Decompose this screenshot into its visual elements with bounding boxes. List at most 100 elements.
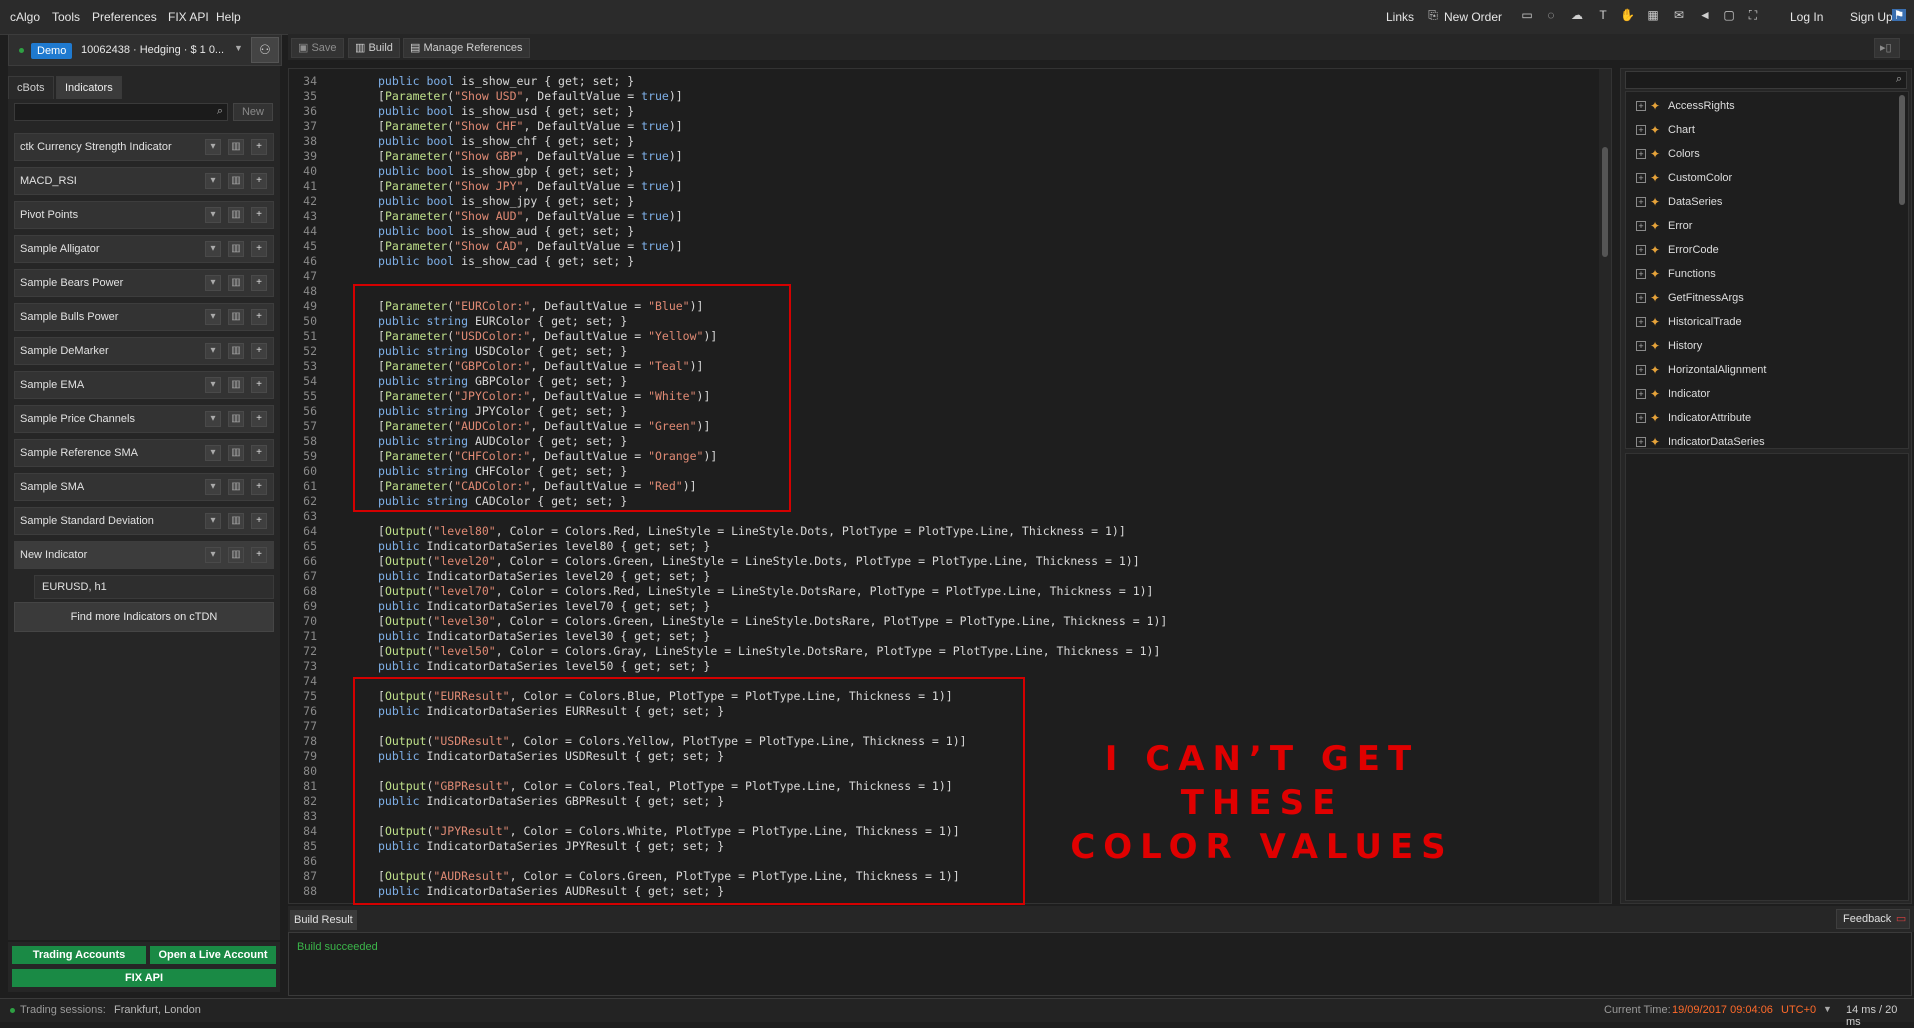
add-instance-icon[interactable]: + (251, 513, 267, 529)
build-result-tab[interactable]: Build Result (290, 910, 357, 930)
indicator-item[interactable]: Sample Alligator ▾ ▥ + (14, 235, 274, 263)
search-icon[interactable]: ⌕ (217, 105, 223, 118)
expand-icon[interactable]: + (1636, 221, 1646, 231)
indicator-item[interactable]: Sample Price Channels ▾ ▥ + (14, 405, 274, 433)
indicator-item[interactable]: Sample Standard Deviation ▾ ▥ + (14, 507, 274, 535)
add-instance-icon[interactable]: + (251, 377, 267, 393)
timezone-selector[interactable]: UTC+0 (1781, 1004, 1816, 1016)
indicator-search-input[interactable]: ⌕ (14, 103, 228, 121)
fullscreen-icon[interactable]: ⛶ (1746, 9, 1760, 21)
trading-accounts-button[interactable]: Trading Accounts (12, 946, 146, 964)
expand-icon[interactable]: + (1636, 149, 1646, 159)
collapse-panel-icon[interactable]: ▸▯ (1874, 38, 1900, 58)
add-instance-icon[interactable]: + (251, 547, 267, 563)
new-order-button[interactable]: New Order (1444, 10, 1502, 24)
indicator-item[interactable]: Sample Bears Power ▾ ▥ + (14, 269, 274, 297)
add-instance-icon[interactable]: + (251, 479, 267, 495)
chevron-down-icon[interactable]: ▼ (1823, 1004, 1832, 1014)
expand-icon[interactable]: + (1636, 269, 1646, 279)
indicator-item[interactable]: Pivot Points ▾ ▥ + (14, 201, 274, 229)
manage-references-button[interactable]: ▤ Manage References (403, 38, 530, 58)
indicator-item[interactable]: Sample Reference SMA ▾ ▥ + (14, 439, 274, 467)
chevron-down-icon[interactable]: ▾ (205, 445, 221, 461)
reference-search-input[interactable]: ⌕ (1625, 71, 1907, 89)
open-live-account-button[interactable]: Open a Live Account (150, 946, 276, 964)
expand-icon[interactable]: + (1636, 341, 1646, 351)
chevron-down-icon[interactable]: ▾ (205, 343, 221, 359)
instances-icon[interactable]: ▥ (228, 173, 244, 189)
expand-icon[interactable]: + (1636, 365, 1646, 375)
add-instance-icon[interactable]: + (251, 173, 267, 189)
expand-icon[interactable]: + (1636, 317, 1646, 327)
instances-icon[interactable]: ▥ (228, 547, 244, 563)
calendar-icon[interactable]: ▦ (1646, 9, 1660, 21)
indicator-item[interactable]: ctk Currency Strength Indicator ▾ ▥ + (14, 133, 274, 161)
tab-indicators[interactable]: Indicators (56, 76, 122, 99)
expand-icon[interactable]: + (1636, 293, 1646, 303)
window-icon[interactable]: ▢ (1722, 9, 1736, 21)
chevron-down-icon[interactable]: ▾ (205, 479, 221, 495)
expand-icon[interactable]: + (1636, 437, 1646, 447)
instances-icon[interactable]: ▥ (228, 207, 244, 223)
chevron-down-icon[interactable]: ▾ (205, 275, 221, 291)
instances-icon[interactable]: ▥ (228, 445, 244, 461)
instances-icon[interactable]: ▥ (228, 275, 244, 291)
tab-cbots[interactable]: cBots (8, 76, 54, 99)
chevron-down-icon[interactable]: ▾ (205, 241, 221, 257)
add-instance-icon[interactable]: + (251, 207, 267, 223)
add-instance-icon[interactable]: + (251, 445, 267, 461)
feedback-button[interactable]: Feedback ▭ (1836, 909, 1911, 929)
save-button[interactable]: ▣ Save (291, 38, 344, 58)
search-icon[interactable]: ⌕ (1896, 73, 1902, 86)
add-instance-icon[interactable]: + (251, 241, 267, 257)
hand-icon[interactable]: ✋ (1620, 9, 1635, 21)
indicator-item[interactable]: Sample DeMarker ▾ ▥ + (14, 337, 274, 365)
chevron-down-icon[interactable]: ▾ (205, 139, 221, 155)
indicator-item[interactable]: New Indicator ▾ ▥ + (14, 541, 274, 569)
sound-icon[interactable]: ◄ (1698, 9, 1712, 21)
code-editor[interactable]: 34 public bool is_show_eur { get; set; } 3… (288, 68, 1612, 905)
menu-fix-api[interactable]: FIX API (168, 10, 209, 24)
menu-preferences[interactable]: Preferences (92, 10, 157, 24)
account-selector[interactable]: Demo 10062438 · Hedging · $ 1 0... ▼ ⚇ (8, 34, 282, 66)
add-instance-icon[interactable]: + (251, 309, 267, 325)
camera-icon[interactable]: ▭ (1520, 9, 1534, 21)
chevron-down-icon[interactable]: ▾ (205, 377, 221, 393)
instances-icon[interactable]: ▥ (228, 139, 244, 155)
chat-icon[interactable]: ◌ (1544, 9, 1558, 21)
instances-icon[interactable]: ▥ (228, 377, 244, 393)
expand-icon[interactable]: + (1636, 413, 1646, 423)
cloud-icon[interactable]: ☁ (1570, 9, 1584, 21)
expand-icon[interactable]: + (1636, 197, 1646, 207)
chevron-down-icon[interactable]: ▾ (205, 513, 221, 529)
sign-up-link[interactable]: Sign Up (1850, 10, 1893, 24)
indicator-item[interactable]: MACD_RSI ▾ ▥ + (14, 167, 274, 195)
new-indicator-button[interactable]: New (233, 103, 273, 121)
add-instance-icon[interactable]: + (251, 139, 267, 155)
chevron-down-icon[interactable]: ▾ (205, 207, 221, 223)
instances-icon[interactable]: ▥ (228, 343, 244, 359)
chevron-down-icon[interactable]: ▾ (205, 309, 221, 325)
links-menu[interactable]: Links (1386, 10, 1414, 24)
chevron-down-icon[interactable]: ▾ (205, 411, 221, 427)
chevron-down-icon[interactable]: ▼ (234, 43, 243, 53)
expand-icon[interactable]: + (1636, 389, 1646, 399)
expand-icon[interactable]: + (1636, 125, 1646, 135)
tree-scroll-thumb[interactable] (1899, 95, 1905, 205)
editor-scroll-thumb[interactable] (1602, 147, 1608, 257)
editor-scrollbar[interactable] (1599, 69, 1611, 903)
instances-icon[interactable]: ▥ (228, 513, 244, 529)
add-instance-icon[interactable]: + (251, 275, 267, 291)
add-instance-icon[interactable]: + (251, 411, 267, 427)
mail-icon[interactable]: ✉ (1672, 9, 1686, 21)
instances-icon[interactable]: ▥ (228, 411, 244, 427)
menu-help[interactable]: Help (216, 10, 241, 24)
expand-icon[interactable]: + (1636, 173, 1646, 183)
expand-icon[interactable]: + (1636, 245, 1646, 255)
indicator-item[interactable]: Sample EMA ▾ ▥ + (14, 371, 274, 399)
instances-icon[interactable]: ▥ (228, 309, 244, 325)
text-icon[interactable]: T (1596, 9, 1610, 21)
fix-api-button[interactable]: FIX API (12, 969, 276, 987)
instances-icon[interactable]: ▥ (228, 479, 244, 495)
indicator-item[interactable]: Sample Bulls Power ▾ ▥ + (14, 303, 274, 331)
